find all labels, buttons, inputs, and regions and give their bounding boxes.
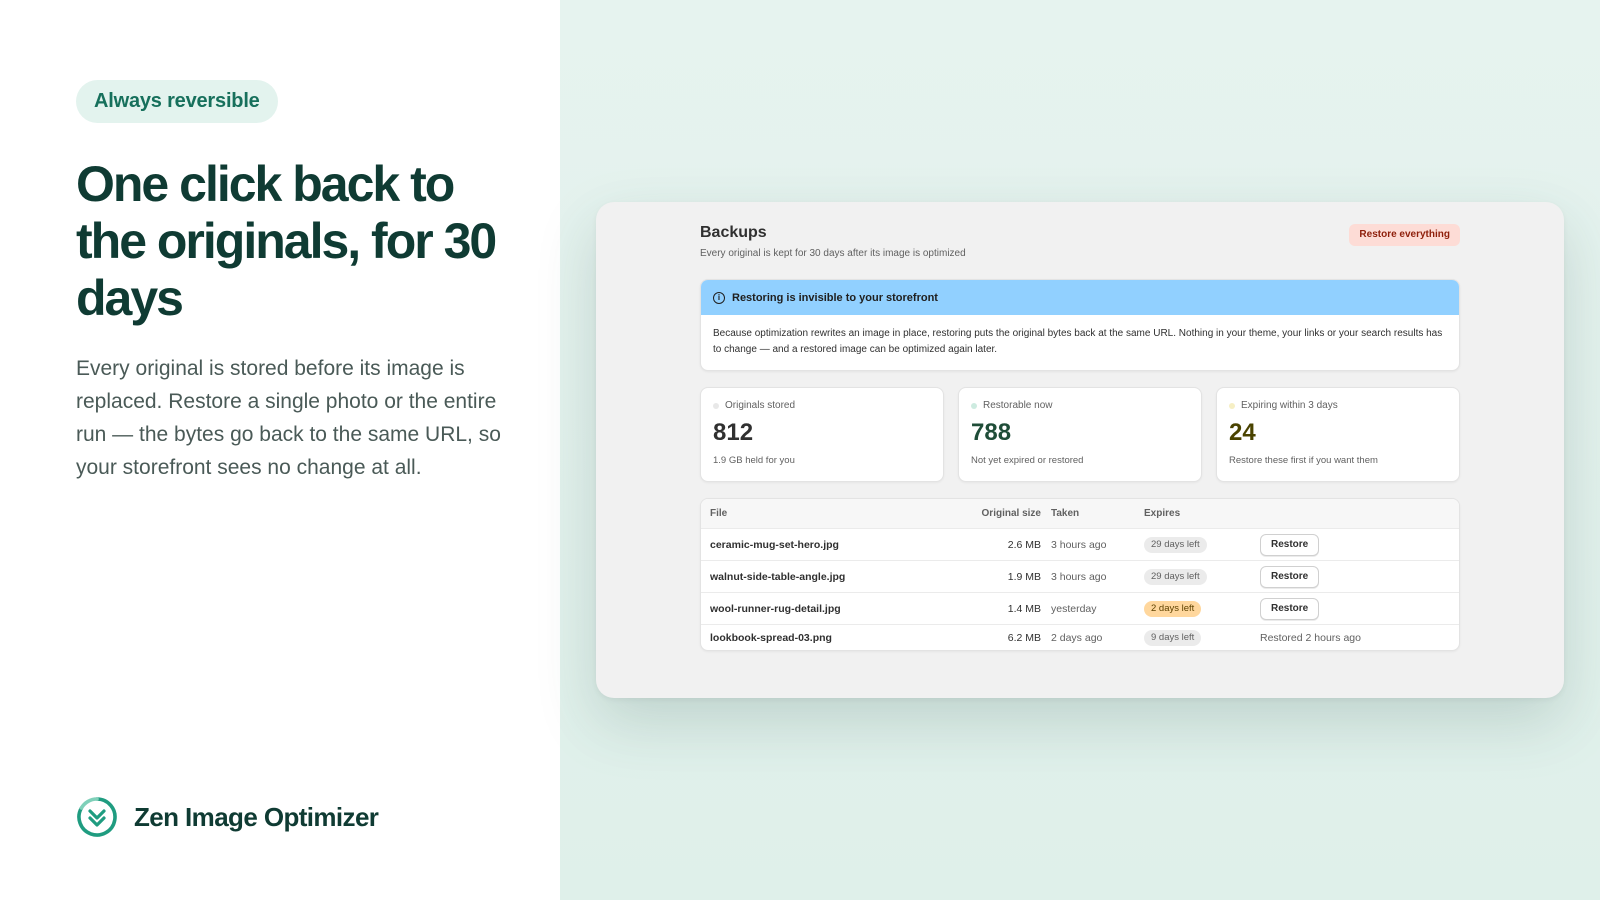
hero-headline: One click back to the originals, for 30 … [76,156,497,326]
taken-time: 3 hours ago [1051,570,1107,583]
file-name: lookbook-spread-03.png [710,631,832,644]
hero-description: Every original is stored before its imag… [76,357,501,479]
stat-card-restorable: Restorable now 788 Not yet expired or re… [958,387,1202,482]
restore-everything-button[interactable]: Restore everything [1349,224,1460,246]
stat-value: 788 [971,419,1012,446]
table-row: lookbook-spread-03.png 6.2 MB 2 days ago… [701,624,1459,650]
stat-value: 24 [1229,419,1256,446]
table-row: wool-runner-rug-detail.jpg 1.4 MB yester… [701,592,1459,624]
restored-status: Restored 2 hours ago [1260,631,1361,644]
status-dot-icon [713,402,719,409]
brand-name: Zen Image Optimizer [134,801,379,832]
backups-table: File Original size Taken Expires ceramic… [700,498,1460,651]
status-dot-icon [971,402,977,409]
file-name: walnut-side-table-angle.jpg [710,570,846,583]
expiry-badge: 9 days left [1144,629,1202,646]
stat-footnote: Restore these first if you want them [1229,455,1378,466]
table-row: ceramic-mug-set-hero.jpg 2.6 MB 3 hours … [701,528,1459,560]
file-name: ceramic-mug-set-hero.jpg [710,538,839,551]
restore-button[interactable]: Restore [1260,533,1320,556]
app-window: Backups Every original is kept for 30 da… [596,202,1564,698]
hero-panel: Always reversible One click back to the … [0,0,560,900]
banner-title: Restoring is invisible to your storefron… [732,291,938,304]
taken-time: 3 hours ago [1051,538,1107,551]
page-title: Backups [700,224,767,241]
banner-body: Because optimization rewrites an image i… [713,328,1443,355]
table-header-row: File Original size Taken Expires [701,499,1459,528]
taken-time: yesterday [1051,602,1097,615]
info-icon: i [713,291,725,304]
preview-panel: Backups Every original is kept for 30 da… [560,0,1600,900]
column-header-file: File [710,508,728,519]
stat-label: Originals stored [725,400,796,411]
stat-footnote: 1.9 GB held for you [713,455,795,466]
stat-value: 812 [713,419,754,446]
table-row: walnut-side-table-angle.jpg 1.9 MB 3 hou… [701,560,1459,592]
restore-button[interactable]: Restore [1260,597,1320,620]
brand-lockup: Zen Image Optimizer [76,796,379,838]
stat-label: Restorable now [983,400,1053,411]
stat-label: Expiring within 3 days [1241,400,1338,411]
stat-card-expiring: Expiring within 3 days 24 Restore these … [1216,387,1460,482]
banner-header: i Restoring is invisible to your storefr… [701,280,1459,315]
page-subtitle: Every original is kept for 30 days after… [700,248,966,259]
status-dot-icon [1229,402,1235,409]
column-header-expires: Expires [1144,508,1181,519]
stat-cards: Originals stored 812 1.9 GB held for you… [700,387,1460,482]
info-banner: i Restoring is invisible to your storefr… [700,279,1460,371]
expiry-badge: 29 days left [1144,536,1207,553]
brand-logo-icon [77,797,117,837]
expiry-badge: 29 days left [1144,568,1207,585]
file-size: 6.2 MB [1007,631,1041,644]
file-size: 2.6 MB [1007,538,1041,551]
file-name: wool-runner-rug-detail.jpg [710,602,841,615]
file-size: 1.9 MB [1007,570,1041,583]
expiry-badge-warning: 2 days left [1144,600,1202,617]
column-header-taken: Taken [1051,508,1080,519]
taken-time: 2 days ago [1051,631,1103,644]
stat-card-originals: Originals stored 812 1.9 GB held for you [700,387,944,482]
column-header-size: Original size [981,508,1041,519]
restore-button[interactable]: Restore [1260,565,1320,588]
stat-footnote: Not yet expired or restored [971,455,1084,466]
backups-page: Backups Every original is kept for 30 da… [700,224,1460,651]
file-size: 1.4 MB [1007,602,1041,615]
page-header: Backups Every original is kept for 30 da… [700,224,1460,259]
reversible-pill: Always reversible [76,80,278,123]
